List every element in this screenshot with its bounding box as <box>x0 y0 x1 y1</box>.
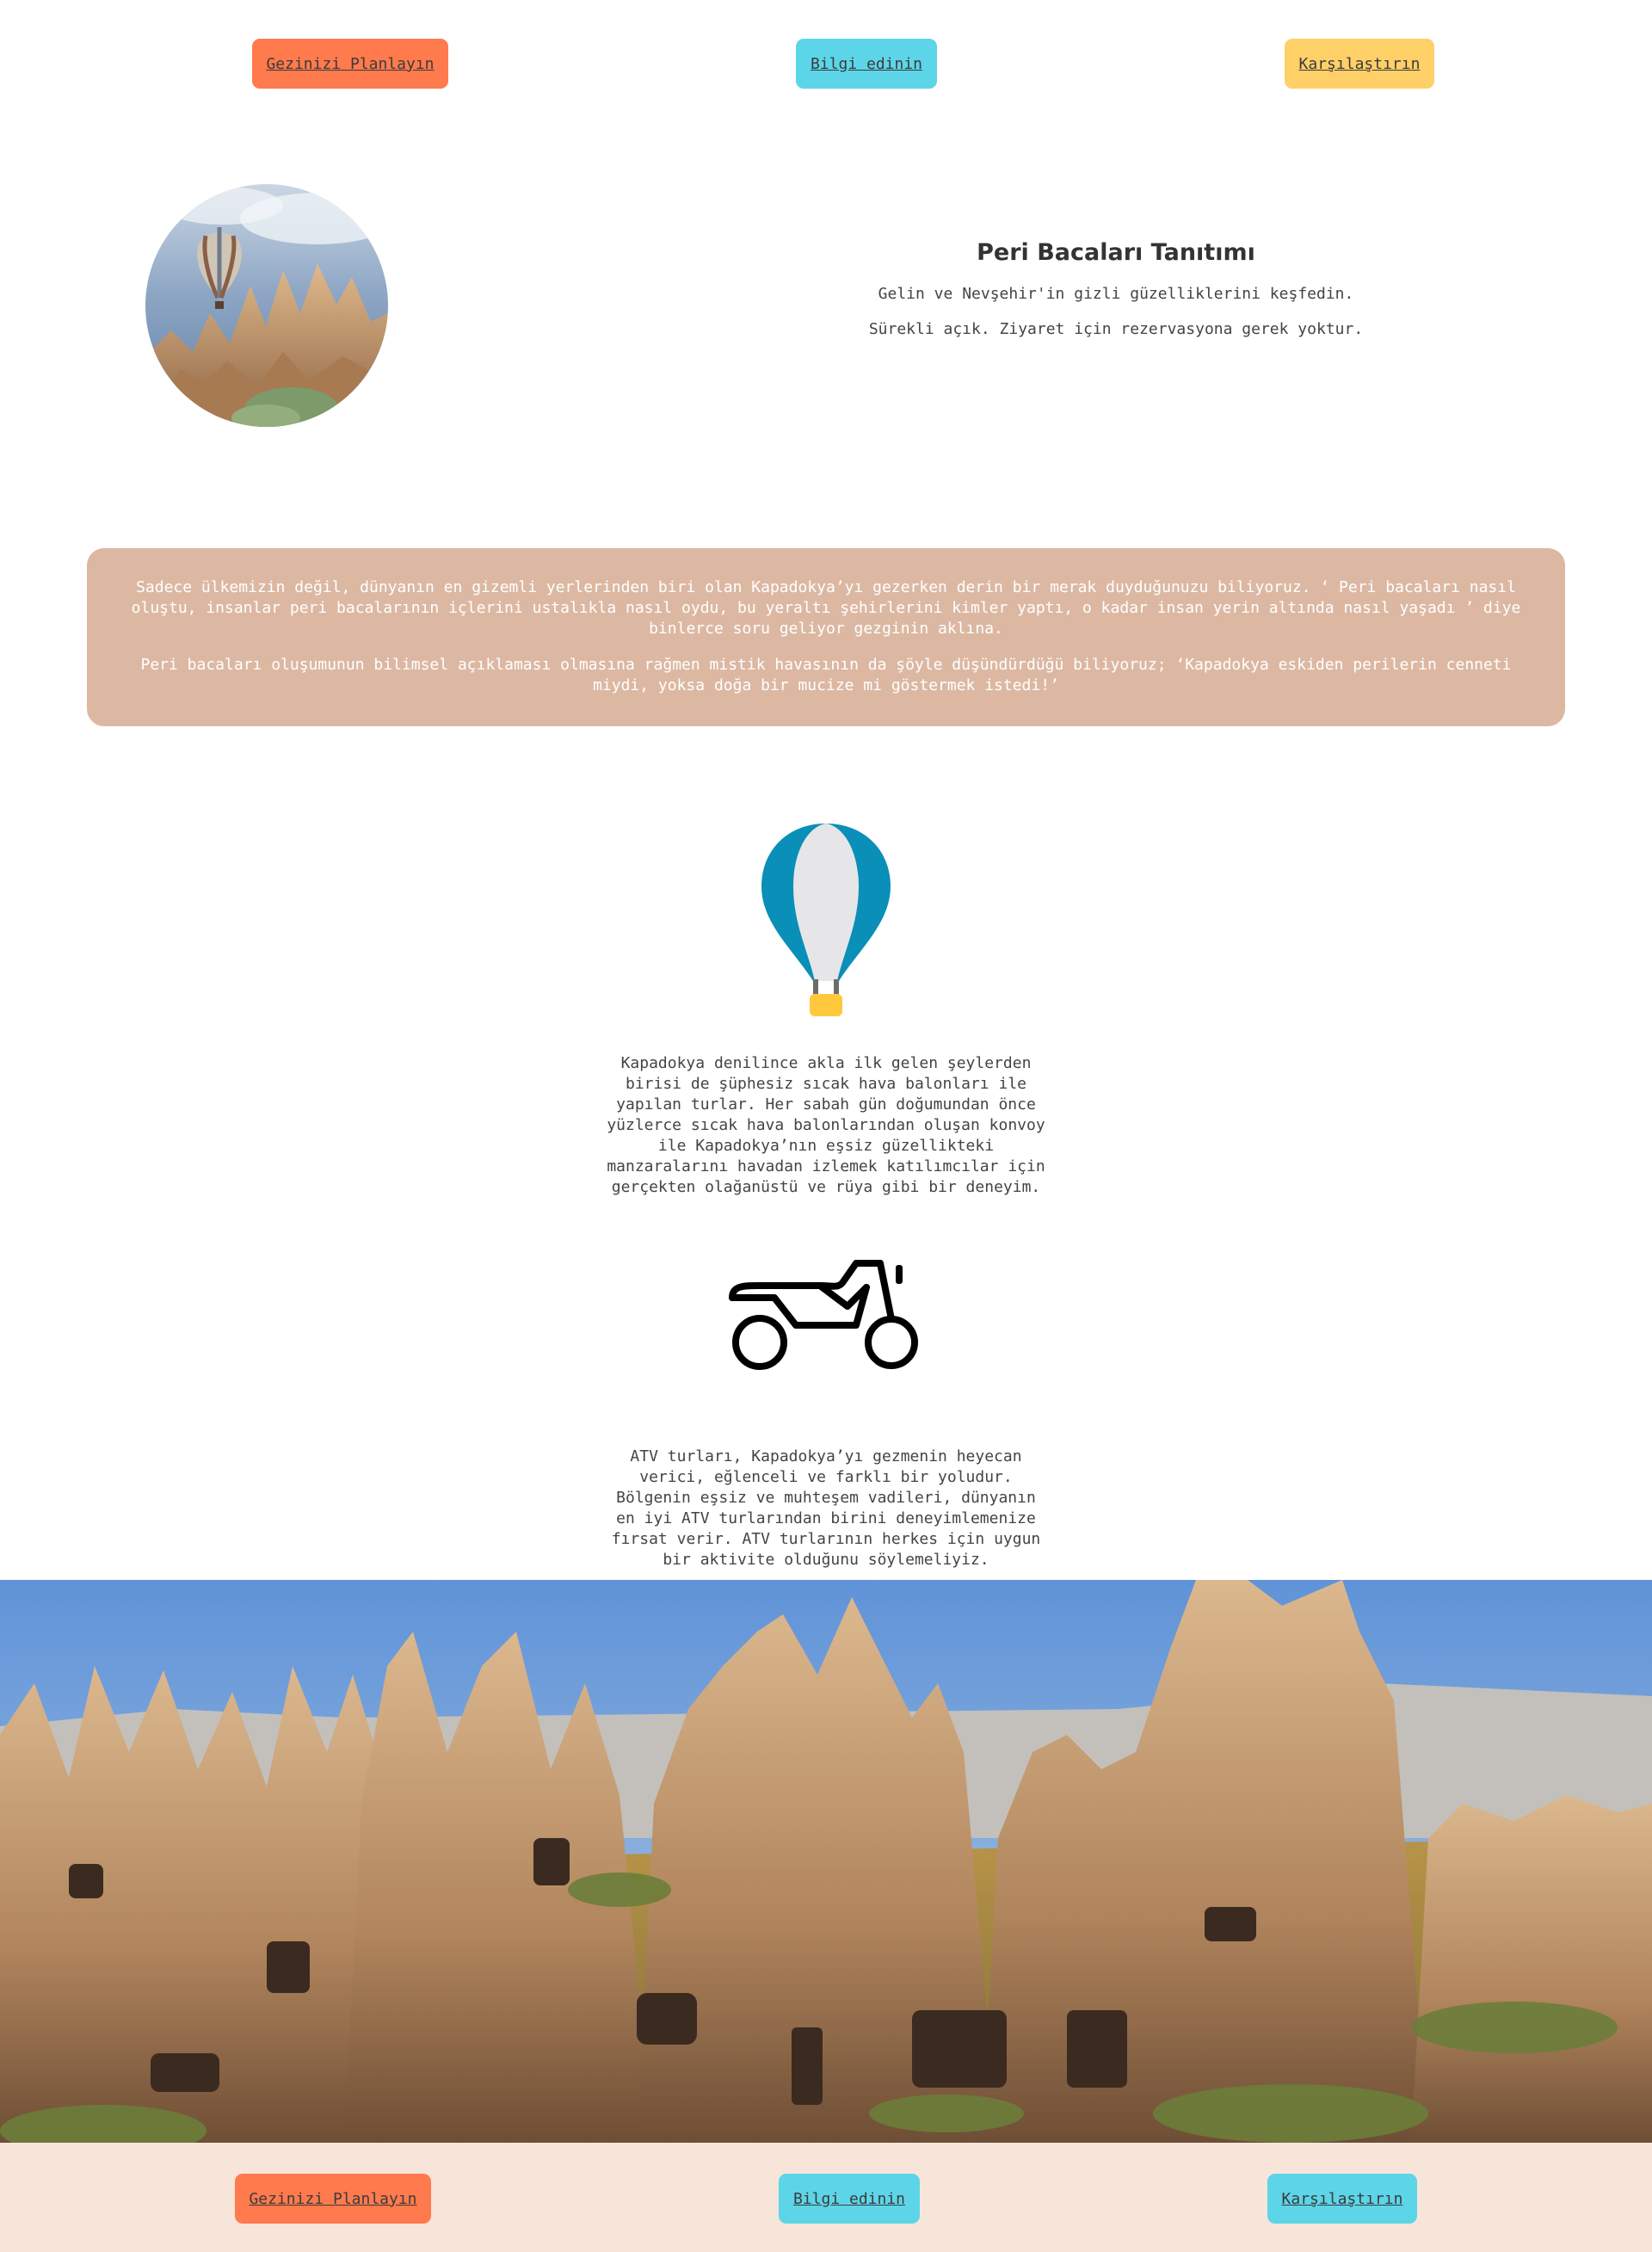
hot-air-balloon-icon <box>761 822 891 1021</box>
footer-get-info-button[interactable]: Bilgi edinin <box>779 2174 920 2224</box>
motorcycle-icon <box>727 1255 925 1377</box>
hero-text: Peri Bacaları Tanıtımı Gelin ve Nevşehir… <box>774 239 1458 355</box>
page-title: Peri Bacaları Tanıtımı <box>977 239 1255 266</box>
balloon-over-fairy-chimneys-photo <box>145 184 388 427</box>
balloon-tour-text: Kapadokya denilince akla ilk gelen şeyle… <box>607 1054 1045 1196</box>
intro-paragraph-1: Sadece ülkemizin değil, dünyanın en gize… <box>131 578 1521 638</box>
footer-compare-button[interactable]: Karşılaştırın <box>1267 2174 1417 2224</box>
compare-button[interactable]: Karşılaştırın <box>1285 39 1434 89</box>
footer-nav: Gezinizi Planlayın Bilgi edinin Karşılaş… <box>0 2143 1652 2252</box>
intro-paragraph-2: Peri bacaları oluşumunun bilimsel açıkla… <box>140 656 1512 694</box>
top-nav: Gezinizi Planlayın Bilgi edinin Karşılaş… <box>0 39 1652 89</box>
opening-info: Sürekli açık. Ziyaret için rezervasyona … <box>868 320 1364 338</box>
fairy-chimneys-landscape-photo <box>0 1580 1652 2143</box>
hero-balloon-photo <box>145 184 388 427</box>
intro-panel: Sadece ülkemizin değil, dünyanın en gize… <box>87 548 1565 726</box>
plan-trip-button[interactable]: Gezinizi Planlayın <box>252 39 448 89</box>
footer-plan-trip-button[interactable]: Gezinizi Planlayın <box>235 2174 431 2224</box>
get-info-button[interactable]: Bilgi edinin <box>796 39 937 89</box>
hero-subtitle: Gelin ve Nevşehir'in gizli güzelliklerin… <box>878 285 1354 303</box>
atv-tour-text: ATV turları, Kapadokya’yı gezmenin heyec… <box>611 1447 1041 1569</box>
